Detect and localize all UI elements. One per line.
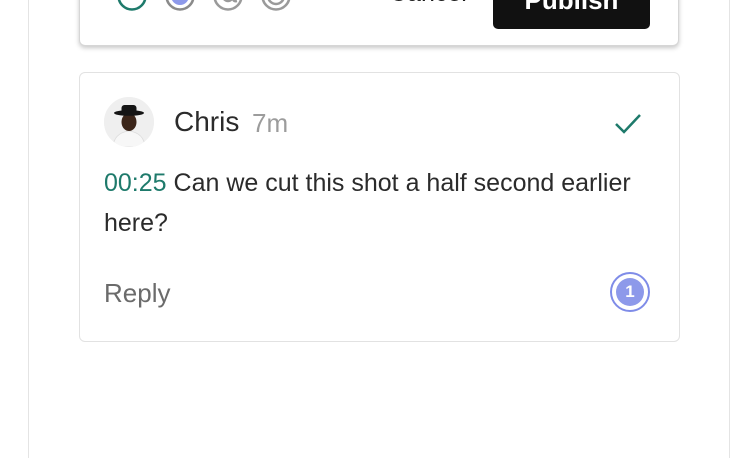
comment-text: Can we cut this shot a half second earli… xyxy=(104,169,631,237)
clock-icon[interactable] xyxy=(116,0,148,12)
comment-count: 1 xyxy=(616,278,644,306)
reply-button[interactable]: Reply xyxy=(104,275,170,311)
comment-time: 7m xyxy=(252,108,289,138)
color-dot-icon[interactable] xyxy=(164,0,196,12)
comment-author[interactable]: Chris xyxy=(174,104,239,140)
resolve-check-icon[interactable] xyxy=(613,108,643,138)
comment-count-badge[interactable]: 1 xyxy=(610,272,650,312)
publish-button[interactable]: Publish xyxy=(493,0,650,29)
emoji-icon[interactable] xyxy=(260,0,292,12)
mention-icon[interactable] xyxy=(212,0,244,12)
comment-body: 00:25 Can we cut this shot a half second… xyxy=(104,163,644,243)
cancel-button[interactable]: Cancel xyxy=(389,0,467,10)
avatar[interactable] xyxy=(104,97,154,147)
comment-timestamp-link[interactable]: 00:25 xyxy=(104,169,167,197)
